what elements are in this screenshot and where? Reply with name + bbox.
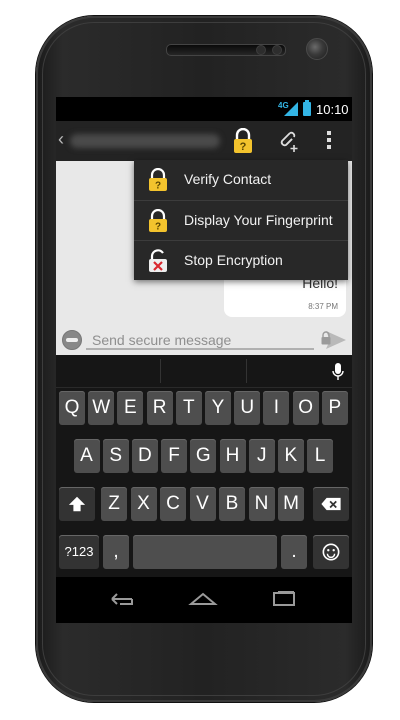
attach-add-icon[interactable] [276, 129, 300, 153]
menu-item-label: Display Your Fingerprint [184, 212, 333, 228]
key-i[interactable]: I [263, 391, 290, 425]
key-p[interactable]: P [321, 391, 348, 425]
menu-item-label: Verify Contact [184, 171, 272, 187]
key-h[interactable]: H [219, 439, 246, 473]
message-input[interactable] [92, 331, 312, 349]
key-l[interactable]: L [307, 439, 334, 473]
lock-question-icon: ? [149, 209, 167, 233]
comma-key[interactable]: , [103, 535, 129, 569]
back-icon[interactable] [108, 590, 136, 608]
suggestion-divider [160, 359, 161, 383]
key-k[interactable]: K [277, 439, 304, 473]
backspace-key[interactable] [313, 487, 349, 521]
svg-text:?: ? [155, 222, 161, 233]
menu-item-stop-encryption[interactable]: Stop Encryption [134, 240, 348, 281]
message-timestamp: 8:37 PM [308, 302, 338, 311]
key-q[interactable]: Q [59, 391, 85, 425]
shift-key[interactable] [59, 487, 95, 521]
smiley-icon [322, 543, 340, 561]
lock-question-icon: ? [149, 168, 167, 192]
input-underline [86, 348, 314, 350]
key-d[interactable]: D [131, 439, 158, 473]
emoji-key[interactable] [313, 535, 349, 569]
backspace-icon [321, 497, 341, 511]
contact-name-blurred[interactable] [70, 134, 220, 148]
shift-arrow-icon [68, 496, 86, 512]
symbols-key[interactable]: ?123 [59, 535, 99, 569]
key-m[interactable]: M [278, 487, 304, 521]
signal-icon [284, 102, 298, 116]
light-sensor [272, 45, 282, 55]
menu-item-display-fingerprint[interactable]: ? Display Your Fingerprint [134, 200, 348, 241]
overflow-menu-icon[interactable] [324, 131, 334, 153]
recent-apps-icon[interactable] [270, 590, 298, 608]
key-e[interactable]: E [117, 391, 144, 425]
suggestion-strip [56, 355, 352, 388]
lock-question-icon[interactable]: ? [232, 128, 254, 154]
battery-icon [303, 100, 311, 116]
back-chevron-icon[interactable]: ‹ [58, 129, 64, 150]
menu-item-label: Stop Encryption [184, 252, 283, 268]
key-b[interactable]: B [219, 487, 245, 521]
key-a[interactable]: A [73, 439, 100, 473]
action-bar: ‹ ? [56, 121, 352, 161]
key-f[interactable]: F [161, 439, 188, 473]
key-x[interactable]: X [130, 487, 157, 521]
unlock-x-icon [149, 249, 167, 272]
earpiece-speaker [166, 44, 286, 56]
key-s[interactable]: S [102, 439, 129, 473]
key-w[interactable]: W [88, 391, 115, 425]
key-t[interactable]: T [175, 391, 202, 425]
status-bar: 4G 10:10 [56, 97, 352, 121]
key-y[interactable]: Y [205, 391, 231, 425]
proximity-sensor [256, 45, 266, 55]
overflow-menu: ? Verify Contact ? Display Your Fingerpr… [134, 160, 348, 280]
microphone-icon[interactable] [332, 363, 344, 381]
svg-text:?: ? [240, 141, 247, 153]
phone-screen: 4G 10:10 ‹ ? Hello! 8:37 PM ? Verify Con… [56, 97, 352, 623]
lock-icon [321, 331, 331, 345]
home-icon[interactable] [188, 590, 218, 608]
soft-keyboard: QWERTYUIOP ASDFGHJKL ZXCVBNM ?123 , . [56, 355, 352, 577]
suggestion-divider [246, 359, 247, 383]
menu-item-verify-contact[interactable]: ? Verify Contact [134, 160, 348, 200]
key-n[interactable]: N [248, 487, 275, 521]
key-g[interactable]: G [190, 439, 217, 473]
status-clock: 10:10 [316, 102, 349, 117]
space-key[interactable] [133, 535, 277, 569]
period-key[interactable]: . [281, 535, 307, 569]
key-z[interactable]: Z [101, 487, 127, 521]
emoji-icon[interactable] [62, 330, 82, 350]
message-composer [56, 327, 352, 355]
svg-text:?: ? [155, 181, 161, 192]
key-v[interactable]: V [189, 487, 216, 521]
key-r[interactable]: R [146, 391, 173, 425]
navigation-bar [56, 577, 352, 623]
key-o[interactable]: O [292, 391, 319, 425]
key-j[interactable]: J [248, 439, 275, 473]
key-c[interactable]: C [160, 487, 186, 521]
front-camera [306, 38, 328, 60]
key-u[interactable]: U [234, 391, 261, 425]
